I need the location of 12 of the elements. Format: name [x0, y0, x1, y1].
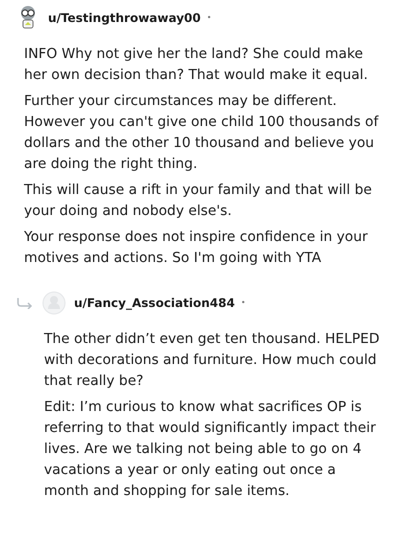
- username[interactable]: u/Testingthrowaway00: [48, 9, 201, 27]
- avatar-icon: [42, 291, 66, 315]
- comment-paragraph: Further your circumstances may be different. However you can't give one child 100 thousands of dollars and the other 10 thousand and believe you are doing the right thing.: [24, 92, 380, 174]
- comment-paragraph: The other didn’t even get ten thousand. HELPED with decorations and furniture. How much could that really be?: [44, 330, 380, 391]
- comment-paragraph: Your response does not inspire confidence in your motives and actions. So I'm going with YTA: [24, 228, 369, 268]
- separator-dot: •: [206, 12, 212, 24]
- comment-paragraph: Edit: I’m curious to know what sacrifices OP is referring to that would significantly impact their lives. Are we talking not being able to go on 4 vacations a year or only eating out once a month and shopping for sale items.: [44, 398, 377, 501]
- separator-dot: •: [240, 297, 246, 309]
- comment-paragraph: INFO Why not give her the land? She could make her own decision than? That would make it equal.: [24, 45, 369, 85]
- reply-arrow-icon: [16, 297, 34, 309]
- comment-paragraph: This will cause a rift in your family and that will be your doing and nobody else's.: [24, 181, 373, 221]
- username[interactable]: u/Fancy_Association484: [74, 294, 235, 312]
